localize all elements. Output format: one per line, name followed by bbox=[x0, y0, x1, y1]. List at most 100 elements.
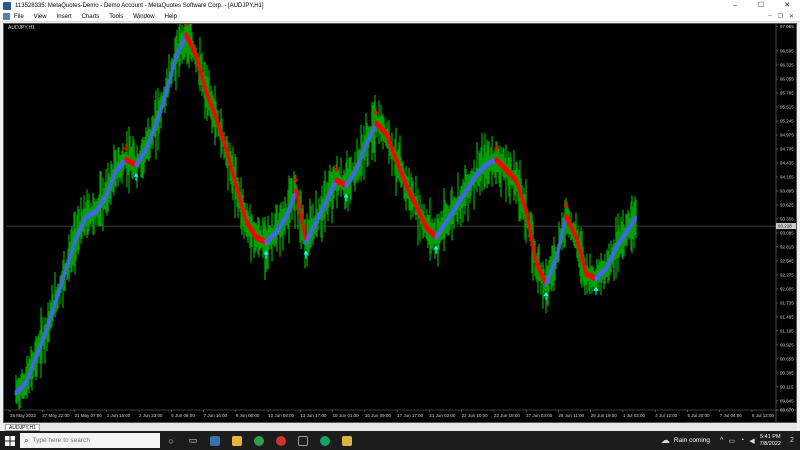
x-tick-label: 16 Jun 09:00 bbox=[365, 413, 392, 418]
menu-bar: File View Insert Charts Tools Window Hel… bbox=[0, 12, 800, 22]
x-tick-label: 31 May 07:00 bbox=[75, 413, 103, 418]
y-tick-label: 89.845 bbox=[780, 398, 794, 403]
y-tick-label: 92.815 bbox=[780, 244, 794, 249]
y-tick-label: 91.465 bbox=[780, 314, 794, 319]
chart-restore-button[interactable]: ❐ bbox=[778, 13, 783, 20]
notification-badge: 2 bbox=[790, 437, 794, 444]
trend-block-down bbox=[297, 203, 301, 209]
clock-time: 5:41 PM bbox=[760, 433, 781, 440]
menu-charts[interactable]: Charts bbox=[82, 14, 100, 20]
x-tick-label: 28 Jun 11:00 bbox=[558, 413, 584, 418]
chrome-icon[interactable] bbox=[248, 431, 270, 450]
x-tick-label: 9 Jun 00:00 bbox=[236, 413, 260, 418]
x-tick-label: 1 Jun 15:00 bbox=[107, 413, 131, 418]
trend-block-down bbox=[528, 229, 532, 235]
title-bar: 113528335: MetaQuotes-Demo - Demo Accoun… bbox=[0, 0, 800, 12]
y-tick-label: 93.895 bbox=[780, 188, 794, 193]
metatrader-taskbar-icon[interactable] bbox=[336, 431, 358, 450]
y-tick-label: 94.165 bbox=[780, 174, 794, 179]
y-tick-label: 96.325 bbox=[780, 62, 794, 67]
y-tick-label: 91.735 bbox=[780, 300, 794, 305]
menu-insert[interactable]: Insert bbox=[57, 14, 72, 20]
windows-logo-icon bbox=[5, 435, 15, 446]
x-tick-label: 7 Jul 04:00 bbox=[720, 413, 743, 418]
trend-block-down bbox=[525, 214, 529, 220]
menu-view[interactable]: View bbox=[34, 14, 47, 20]
x-tick-label: 13 Jun 17:00 bbox=[300, 413, 327, 418]
y-tick-label: 93.085 bbox=[780, 230, 794, 235]
x-tick-label: 10 Jun 08:00 bbox=[268, 413, 295, 418]
weather-text: Rain coming bbox=[673, 437, 711, 444]
y-tick-label: 93.355 bbox=[780, 216, 794, 221]
file-explorer-icon[interactable] bbox=[226, 431, 248, 450]
chart-minimize-button[interactable]: – bbox=[768, 13, 771, 20]
chart-window-controls: – ❐ ✕ bbox=[768, 13, 794, 20]
taskbar-clock[interactable]: 5:41 PM 7/8/2022 bbox=[760, 434, 781, 448]
y-tick-label: 90.655 bbox=[780, 356, 794, 361]
trend-block-down bbox=[532, 250, 536, 256]
y-tick-label: 96.055 bbox=[780, 76, 794, 81]
menu-window[interactable]: Window bbox=[133, 14, 154, 20]
close-button[interactable]: ✕ bbox=[774, 0, 800, 12]
task-view-icon[interactable]: ▭ bbox=[182, 431, 204, 450]
y-tick-label: 95.785 bbox=[780, 90, 794, 95]
trend-block-down bbox=[526, 219, 530, 225]
search-icon: ⌕ bbox=[24, 435, 29, 445]
app-icon-green[interactable] bbox=[314, 431, 336, 450]
metatrader-app-icon bbox=[3, 2, 11, 10]
y-tick-label: 91.195 bbox=[780, 328, 794, 333]
stocks-app-icon[interactable] bbox=[204, 431, 226, 450]
menu-tools[interactable]: Tools bbox=[109, 14, 123, 20]
chevron-up-icon[interactable]: ^ bbox=[720, 437, 723, 444]
x-tick-label: 15 Jun 01:00 bbox=[333, 413, 360, 418]
x-tick-label: 1 Jul 03:00 bbox=[623, 413, 646, 418]
x-tick-label: 27 May 22:00 bbox=[42, 413, 70, 418]
volume-icon[interactable]: ◀ bbox=[749, 437, 754, 445]
weather-widget[interactable]: ☁ Rain coming bbox=[661, 435, 710, 446]
cortana-icon[interactable]: ○ bbox=[160, 431, 182, 450]
notification-icon[interactable]: 2 bbox=[787, 431, 797, 450]
y-tick-label: 90.385 bbox=[780, 370, 794, 375]
search-input[interactable] bbox=[32, 437, 153, 444]
window-title: 113528335: MetaQuotes-Demo - Demo Accoun… bbox=[15, 3, 264, 9]
x-tick-label: 6 Jun 08:00 bbox=[171, 413, 195, 418]
system-tray: ☁ Rain coming ^ ▭ ◔ ◀ 5:41 PM 7/8/2022 2 bbox=[661, 431, 800, 450]
chart-window-icon bbox=[3, 13, 10, 20]
chart-canvas[interactable]: 97.065 96.595 96.325 96.055 95.785 95.515 95.2… bbox=[4, 24, 796, 422]
trend-block-down bbox=[294, 188, 298, 194]
trend-block-down bbox=[530, 240, 534, 246]
menu-file[interactable]: File bbox=[14, 14, 24, 20]
minimize-button[interactable]: – bbox=[722, 0, 748, 12]
maximize-button[interactable]: ☐ bbox=[748, 0, 774, 12]
chart-tab-bar: AUDJPY,H1 bbox=[3, 423, 797, 431]
trend-block-down bbox=[524, 208, 528, 214]
price-chart[interactable]: 97.065 96.595 96.325 96.055 95.785 95.515 95.2… bbox=[3, 23, 797, 423]
x-tick-label: 22 Jun 10:00 bbox=[462, 413, 489, 418]
y-tick-label: 96.595 bbox=[780, 48, 794, 53]
pycharm-icon[interactable] bbox=[292, 431, 314, 450]
y-tick-label: 95.515 bbox=[780, 104, 794, 109]
y-tick-label: 90.925 bbox=[780, 342, 794, 347]
chart-close-button[interactable]: ✕ bbox=[789, 13, 794, 20]
clock-date: 7/8/2022 bbox=[759, 440, 781, 447]
opera-icon[interactable] bbox=[270, 431, 292, 450]
menu-help[interactable]: Help bbox=[165, 14, 177, 20]
trend-block-down bbox=[300, 219, 304, 225]
battery-icon[interactable]: ▭ bbox=[728, 437, 735, 445]
x-tick-label: 7 Jun 16:00 bbox=[204, 413, 228, 418]
tab-audjpy-h1[interactable]: AUDJPY,H1 bbox=[5, 423, 40, 431]
chart-symbol-label: AUDJPY,H1 bbox=[8, 25, 35, 31]
trend-block-down bbox=[531, 245, 535, 251]
taskbar-search[interactable]: ⌕ bbox=[20, 433, 160, 448]
trend-block-down bbox=[299, 214, 303, 220]
x-tick-label: 26 May 2022 bbox=[10, 413, 37, 418]
y-tick-label: 92.545 bbox=[780, 258, 794, 263]
start-button[interactable] bbox=[0, 431, 20, 450]
y-tick-label: 95.245 bbox=[780, 118, 794, 123]
y-tick-label: 93.625 bbox=[780, 202, 794, 207]
trend-block-down bbox=[529, 234, 533, 240]
wifi-icon[interactable]: ◔ bbox=[740, 437, 744, 444]
current-price-label: 93.218 bbox=[778, 224, 792, 229]
trend-block-down bbox=[302, 229, 306, 235]
trend-block-down bbox=[298, 208, 302, 214]
